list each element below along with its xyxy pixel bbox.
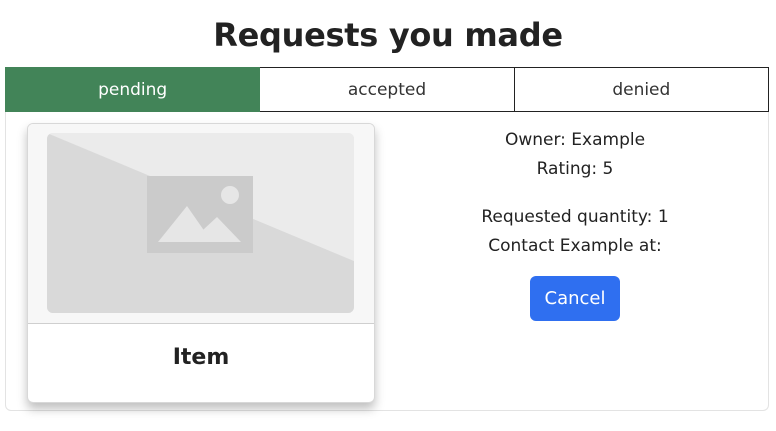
tab-denied[interactable]: denied — [514, 67, 769, 112]
page: Requests you made pending accepted denie… — [0, 0, 776, 431]
image-placeholder-icon — [47, 133, 354, 313]
item-title: Item — [172, 345, 230, 370]
rating-text: Rating: 5 — [536, 159, 614, 179]
request-panel: Item Owner: Example Rating: 5 Requested … — [5, 112, 769, 411]
status-tabs: pending accepted denied — [5, 67, 769, 112]
request-details: Owner: Example Rating: 5 Requested quant… — [396, 126, 754, 321]
tab-accepted[interactable]: accepted — [260, 67, 515, 112]
cancel-button[interactable]: Cancel — [529, 276, 621, 321]
item-image-area — [28, 124, 374, 324]
owner-text: Owner: Example — [504, 130, 646, 150]
item-card[interactable]: Item — [27, 123, 375, 403]
page-title: Requests you made — [213, 16, 563, 54]
tab-pending[interactable]: pending — [5, 67, 261, 112]
requested-quantity-text: Requested quantity: 1 — [481, 207, 669, 227]
contact-text: Contact Example at: — [488, 236, 662, 256]
